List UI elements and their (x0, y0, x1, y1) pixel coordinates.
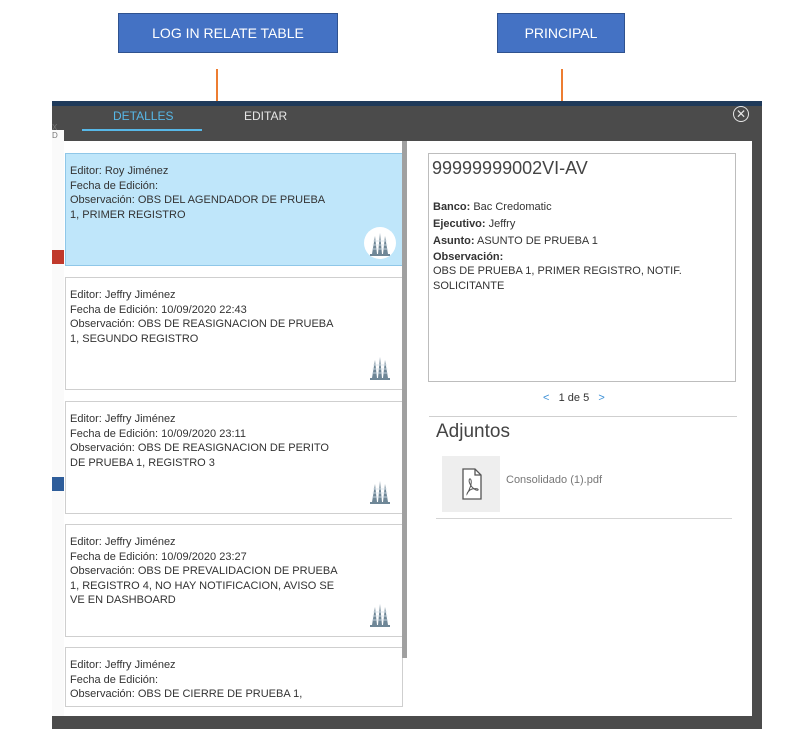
attachments-title: Adjuntos (436, 421, 510, 442)
tab-detalles[interactable]: DETALLES (113, 109, 173, 123)
record-fecha: Fecha de Edición: 10/09/2020 23:11 (70, 427, 246, 440)
field-ejecutivo-value: Jeffry (488, 218, 516, 230)
attachment-divider (436, 518, 732, 519)
background-map-edge (52, 130, 64, 716)
tab-editar[interactable]: EDITAR (244, 109, 287, 123)
related-record-card[interactable]: Editor: Jeffry Jiménez Fecha de Edición: … (65, 401, 403, 514)
field-banco: Banco: Bac Credomatic (433, 201, 552, 213)
field-observacion-value: OBS DE PRUEBA 1, PRIMER REGISTRO, NOTIF.… (433, 265, 682, 292)
field-ejecutivo: Ejecutivo: Jeffry (433, 218, 515, 230)
related-record-card[interactable]: Editor: Roy Jiménez Fecha de Edición: Obse… (65, 153, 403, 266)
building-icon (364, 598, 396, 630)
related-record-card[interactable]: Editor: Jeffry Jiménez Fecha de Edición: … (65, 524, 403, 637)
field-asunto-label: Asunto: (433, 235, 475, 247)
field-ejecutivo-label: Ejecutivo: (433, 218, 486, 230)
attachment-thumbnail[interactable] (442, 456, 500, 512)
pager-next-button[interactable]: > (598, 392, 604, 404)
record-editor: Editor: Jeffry Jiménez (70, 659, 176, 671)
callout-log-in-relate-table: LOG IN RELATE TABLE (118, 13, 338, 53)
list-scrollbar[interactable] (402, 141, 407, 658)
close-icon[interactable]: ✕ (733, 106, 749, 122)
record-editor: Editor: Jeffry Jiménez (70, 536, 176, 548)
pager-text: 1 de 5 (558, 392, 590, 404)
related-record-card[interactable]: Editor: Jeffry Jiménez Fecha de Edición: … (65, 277, 403, 390)
divider (429, 416, 737, 417)
field-banco-label: Banco: (433, 201, 471, 213)
edge-mark-red (52, 250, 64, 264)
edge-mark-blue (52, 477, 64, 491)
pdf-icon (462, 468, 482, 500)
record-fecha: Fecha de Edición: (70, 179, 159, 192)
record-observacion: Observación: OBS DE REASIGNACION DE PRUE… (70, 318, 334, 345)
record-fecha: Fecha de Edición: 10/09/2020 23:27 (70, 550, 247, 563)
field-observacion-label: Observación: (433, 251, 503, 263)
record-fecha: Fecha de Edición: (70, 673, 159, 686)
field-observacion-label-text: Observación: (433, 251, 504, 263)
record-editor: Editor: Roy Jiménez (70, 165, 169, 177)
building-icon (364, 351, 396, 383)
edge-text: X D (52, 123, 58, 140)
record-editor: Editor: Jeffry Jiménez (70, 413, 176, 425)
feature-title: 99999999002VI-AV (432, 158, 588, 178)
record-observacion: Observación: OBS DE CIERRE DE PRUEBA 1, (70, 688, 303, 700)
record-observacion: Observación: OBS DE REASIGNACION DE PERI… (70, 442, 329, 469)
record-fecha: Fecha de Edición: 10/09/2020 22:43 (70, 303, 247, 316)
field-asunto: Asunto: ASUNTO DE PRUEBA 1 (433, 235, 598, 247)
tab-active-underline (82, 129, 202, 131)
callout-principal: PRINCIPAL (497, 13, 625, 53)
panel-top-border (52, 101, 762, 106)
building-icon (364, 475, 396, 507)
related-record-card[interactable]: Editor: Jeffry Jiménez Fecha de Edición: O… (65, 647, 403, 707)
pager-prev-button[interactable]: < (543, 392, 549, 404)
record-editor: Editor: Jeffry Jiménez (70, 289, 176, 301)
building-icon (364, 227, 396, 259)
record-observacion: Observación: OBS DEL AGENDADOR DE PRUEBA… (70, 194, 326, 221)
field-banco-value: Bac Credomatic (473, 201, 552, 213)
record-observacion: Observación: OBS DE PREVALIDACION DE PRU… (70, 565, 338, 606)
attachment-name[interactable]: Consolidado (1).pdf (506, 474, 602, 486)
pager: < 1 de 5 > (543, 392, 605, 404)
field-asunto-value: ASUNTO DE PRUEBA 1 (477, 235, 598, 247)
